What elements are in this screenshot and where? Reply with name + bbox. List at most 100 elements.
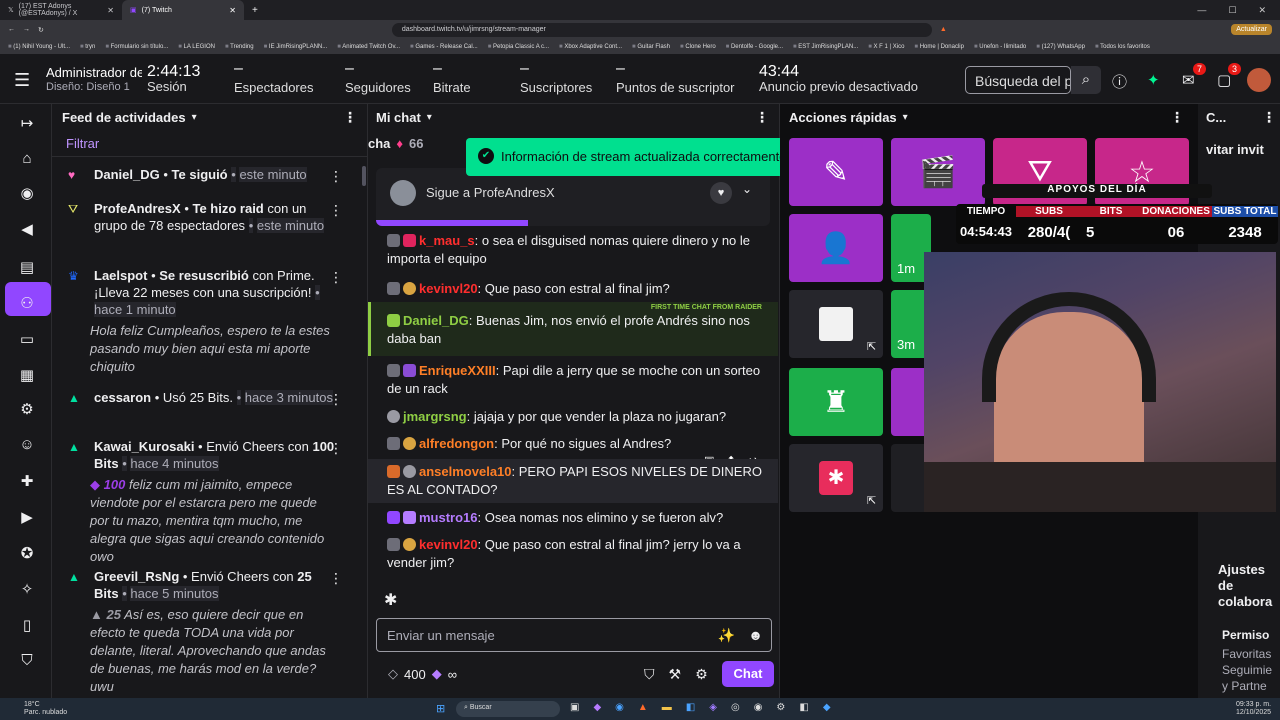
app-icon[interactable]: ◆ [823,702,831,713]
url-field[interactable]: dashboard.twitch.tv/u/jimrsng/stream-man… [391,22,932,37]
app-icon[interactable]: ◈ [709,702,717,713]
windows-start-icon[interactable]: ⊞ [436,702,445,715]
edge-icon[interactable]: ◉ [615,702,624,713]
settings-icon[interactable]: ⚙ [18,400,36,418]
feed-event-cheer[interactable]: ▲ Greevil_RsNg • Envió Cheers con 25 Bit… [68,568,338,696]
analytics-icon[interactable]: ▤ [18,258,36,276]
collab-settings[interactable]: Ajustes de colabora [1218,562,1280,610]
weather-widget[interactable]: 18°C Parc. nublado [24,701,67,717]
quick-actions-header[interactable]: Acciones rápidas ▾ ⋮ [780,104,1198,130]
chat-message[interactable]: mustro16: Osea nomas nos elimino y se fu… [387,509,767,527]
book-icon[interactable]: ▯ [18,616,36,634]
bookmark-item[interactable]: Todos los favoritos [1095,44,1150,50]
filter-button[interactable]: Filtrar [66,136,99,151]
add-moderator-tile[interactable]: 👤 [789,214,883,282]
bookmark-item[interactable]: Guitar Flash [632,44,670,50]
close-icon[interactable]: ✕ [107,6,114,15]
poll-tile[interactable]: ⇱ [789,290,883,358]
clock[interactable]: 09:33 p. m. 12/10/2025 [1236,701,1271,717]
feed-event-follow[interactable]: ♥ Daniel_DG • Te siguió • este minuto [68,166,338,183]
bookmark-item[interactable]: Trending [225,44,253,50]
scrollbar[interactable] [362,166,366,186]
shield-icon[interactable]: ⛉ [18,652,36,670]
browser-tab-active[interactable]: ▣ (7) Twitch ✕ [122,0,244,20]
bookmark-item[interactable]: Home | Donaclip [914,44,964,50]
activity-feed-header[interactable]: Feed de actividades ▾ ⋮ [52,104,367,130]
task-view-icon[interactable]: ▣ [570,702,579,713]
event-options-icon[interactable]: ⋮ [329,570,343,587]
bookmark-item[interactable]: tryn [80,44,95,50]
bookmark-item[interactable]: LA LEGION [178,44,215,50]
chat-message[interactable]: kevinvl20: Que paso con estral al final … [387,280,767,298]
feed-event-resub[interactable]: ♛ Laelspot • Se resuscribió con Prime. ¡… [68,267,338,376]
chat-username[interactable]: mustro16 [419,510,478,525]
store-icon[interactable]: ◧ [686,702,695,713]
emote-icon[interactable]: ☻ [748,627,763,643]
bookmark-item[interactable]: Clone Hero [680,44,715,50]
chat-username[interactable]: jmargrsng [403,409,467,424]
crown-icon[interactable]: ✦ [1147,71,1165,89]
search-icon[interactable]: ⌕ [1071,66,1101,94]
brave-shield-icon[interactable]: ▲ [940,26,947,33]
browser-tab[interactable]: 𝕏 (17) EST Adonys (@ESTAdonys) / X ✕ [0,0,122,20]
bookmark-item[interactable]: EST JimRisingPLAN... [793,44,858,50]
chat-message[interactable]: alfredongon: Por qué no sigues al Andres… [387,435,767,453]
window-close-icon[interactable]: ✕ [1258,5,1266,16]
quick-actions-options-icon[interactable]: ⋮ [1170,109,1184,126]
follow-banner[interactable]: Sigue a ProfeAndresX ♥ ⌄ [376,168,770,226]
taskbar-search[interactable]: ⌕ Buscar [456,701,560,717]
chevron-down-icon[interactable]: ⌄ [742,182,752,196]
event-options-icon[interactable]: ⋮ [329,391,343,408]
feed-event-cheer[interactable]: ▲ Kawai_Kurosaki • Envió Cheers con 100 … [68,438,338,566]
extensions-icon[interactable]: ✧ [18,580,36,598]
chat-message[interactable]: jmargrsng: jajaja y por que vender la pl… [387,408,767,426]
heart-icon[interactable]: ♥ [710,182,732,204]
close-icon[interactable]: ✕ [229,6,236,15]
bookmark-item[interactable]: Petopia Classic A c... [488,44,549,50]
app-icon[interactable]: ◉ [754,702,763,713]
inbox-icon[interactable]: ✉ 7 [1182,63,1206,89]
event-options-icon[interactable]: ⋮ [329,168,343,185]
chat-message[interactable]: EnriqueXXIII: Papi dile a jerry que se m… [387,362,767,398]
chat-message[interactable]: Daniel_DG: Buenas Jim, nos envió el prof… [387,312,767,348]
folder-icon[interactable]: ▬ [662,702,672,713]
mod-shield-icon[interactable]: ⛉ [644,666,655,683]
feed-event-bits[interactable]: ▲ cessaron • Usó 25 Bits. • hace 3 minut… [68,389,338,406]
chat-username[interactable]: alfredongon [419,436,494,451]
bookmark-item[interactable]: Animated Twitch Ov... [337,44,400,50]
celebrate-icon[interactable]: ✨ [718,627,735,644]
chat-username[interactable]: k_mau_s [419,233,475,248]
add-user-icon[interactable]: ✚ [18,472,36,490]
app-icon[interactable]: ◆ [593,702,601,713]
bookmark-item[interactable]: IE JimRisingPLANN... [264,44,327,50]
bookmark-item[interactable]: Xbox Adaptive Cont... [559,44,622,50]
edit-stream-info-tile[interactable]: ✎ [789,138,883,206]
bookmark-item[interactable]: (1) Nihil Young - Ult... [8,44,70,50]
bookmark-item[interactable]: Games - Release Cal... [410,44,477,50]
right-panel-header[interactable]: C... ⋮ [1198,104,1280,130]
bookmark-item[interactable]: (127) WhatsApp [1036,44,1085,50]
bookmark-item[interactable]: Formulario sin título... [105,44,169,50]
content-icon[interactable]: ▭ [18,330,36,348]
event-options-icon[interactable]: ⋮ [329,440,343,457]
help-icon[interactable]: ⓘ [1112,71,1130,91]
mod-tools-icon[interactable]: ⚒ [669,666,682,683]
chat-settings-icon[interactable]: ⚙ [695,666,708,683]
new-tab-icon[interactable]: + [244,5,258,16]
feed-options-icon[interactable]: ⋮ [343,109,357,126]
search-input[interactable]: Búsqueda del p [965,66,1071,94]
obs-icon[interactable]: ◎ [731,702,740,713]
stream-icon[interactable]: ◉ [18,184,36,202]
minimize-icon[interactable]: — [1197,5,1206,16]
options-icon[interactable]: ⋮ [1262,109,1276,126]
sparkle-icon[interactable]: ✱ [384,590,397,610]
chat-username[interactable]: EnriqueXXIII [419,363,496,378]
bookmark-item[interactable]: Unefon - Ilimitado [974,44,1026,50]
prediction-tile[interactable]: ♜ [789,368,883,436]
update-button[interactable]: Actualizar [1231,24,1272,35]
back-icon[interactable]: ← [8,26,15,33]
achievements-icon[interactable]: ✪ [18,544,36,562]
chat-username[interactable]: anselmovela10 [419,464,512,479]
channel-points[interactable]: ◇ 400 ◆ ∞ [388,666,457,682]
home-icon[interactable]: ⌂ [18,150,36,168]
